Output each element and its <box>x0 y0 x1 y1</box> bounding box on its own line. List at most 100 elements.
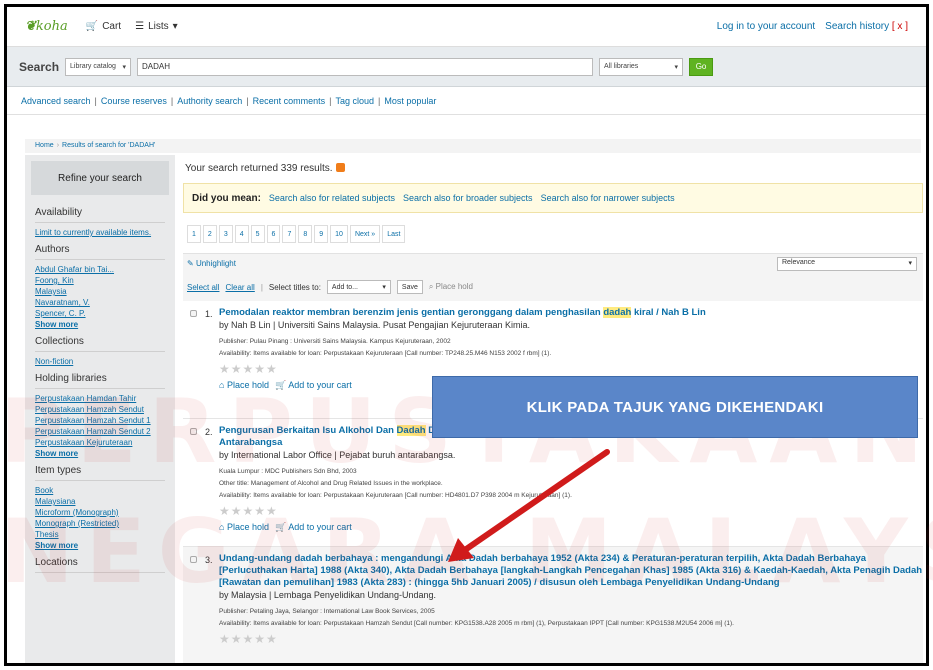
search-bar: Search Library catalog ▾ DADAH All librar… <box>7 47 926 87</box>
library-select[interactable]: All libraries ▾ <box>599 57 684 76</box>
facet-author[interactable]: Abdul Ghafar bin Tai... <box>35 264 165 275</box>
result-author: by Malaysia | Lembaga Penyelidikan Undan… <box>219 590 436 600</box>
page-link[interactable]: 6 <box>266 225 281 243</box>
browser-frame: ❦koha 🛒 Cart ☰ Lists ▾ Log in to your accou… <box>4 4 929 666</box>
result-author: by International Labor Office | Pejabat … <box>219 450 456 460</box>
result-number: 1. <box>205 309 213 319</box>
facet-itemtype[interactable]: Thesis <box>35 529 165 540</box>
result-checkbox[interactable] <box>190 428 197 435</box>
dym-label: Did you mean: <box>192 192 261 204</box>
breadcrumb: Home › Results of search for 'DADAH' <box>25 139 921 153</box>
page-link[interactable]: 8 <box>298 225 313 243</box>
facet-itemtype[interactable]: Book <box>35 485 165 496</box>
page-link[interactable]: 4 <box>234 225 249 243</box>
facet-author[interactable]: Foong, Kin <box>35 275 165 286</box>
facet-itemtype[interactable]: Monograph (Restricted) <box>35 518 165 529</box>
go-button[interactable]: Go <box>689 57 714 76</box>
facet-library[interactable]: Perpustakaan Hamdan Tahir <box>35 393 165 404</box>
add-to-select[interactable]: Add to... ▾ <box>326 280 391 294</box>
result-other-title: Other title: Management of Alcohol and D… <box>219 480 443 487</box>
result-checkbox[interactable] <box>190 310 197 317</box>
page-link[interactable]: 5 <box>250 225 265 243</box>
page-link[interactable]: 2 <box>202 225 217 243</box>
result-publisher: Publisher: Pulau Pinang : Universiti Sai… <box>219 338 451 345</box>
add-to-cart-link[interactable]: 🛒 Add to your cart <box>275 522 352 533</box>
place-hold-link[interactable]: ⌂ Place hold <box>219 380 269 391</box>
results-count: Your search returned 339 results. <box>183 155 923 183</box>
list-icon: ☰ <box>135 21 145 32</box>
select-all-link[interactable]: Select all <box>187 283 219 292</box>
result-item: 2. Pengurusan Berkaitan Isu Alkohol Dan … <box>183 419 923 547</box>
clear-history-button[interactable]: [ x ] <box>892 21 908 32</box>
koha-logo[interactable]: ❦koha <box>25 19 68 34</box>
sort-select[interactable]: Relevance ▾ <box>777 257 917 271</box>
authority-search-link[interactable]: Authority search <box>177 96 242 106</box>
facet-author[interactable]: Malaysia <box>35 286 165 297</box>
cart-button[interactable]: 🛒 Cart <box>86 21 121 32</box>
facet-collection[interactable]: Non-fiction <box>35 356 165 367</box>
breadcrumb-current[interactable]: Results of search for 'DADAH' <box>62 142 155 149</box>
search-history-link[interactable]: Search history [ x ] <box>825 21 908 32</box>
advanced-search-link[interactable]: Advanced search <box>21 96 91 106</box>
search-label: Search <box>19 59 60 74</box>
place-hold-link[interactable]: ⌂ Place hold <box>219 522 269 533</box>
save-button[interactable]: Save <box>396 280 423 294</box>
dym-related-link[interactable]: Search also for related subjects <box>269 193 395 203</box>
page-link[interactable]: 10 <box>330 225 348 243</box>
page-link[interactable]: 1 <box>187 225 201 243</box>
dym-broader-link[interactable]: Search also for broader subjects <box>403 193 533 203</box>
top-navbar: ❦koha 🛒 Cart ☰ Lists ▾ Log in to your accou… <box>7 7 926 47</box>
result-publisher: Kuala Lumpur : MDC Publishers Sdn Bhd, 2… <box>219 468 357 475</box>
rss-icon[interactable] <box>335 163 345 172</box>
facet-library[interactable]: Perpustakaan Hamzah Sendut 2 <box>35 426 165 437</box>
catalog-select[interactable]: Library catalog ▾ <box>65 57 132 76</box>
facet-itemtype[interactable]: Microform (Monograph) <box>35 507 165 518</box>
facet-library[interactable]: Perpustakaan Hamzah Sendut 1 <box>35 415 165 426</box>
authors-heading: Authors <box>35 238 165 260</box>
rating-stars[interactable]: ★★★★★ <box>219 632 923 646</box>
login-link[interactable]: Log in to your account <box>717 21 815 32</box>
result-availability: Availability: Items available for loan: … <box>219 350 552 357</box>
facet-author[interactable]: Spencer, C. P. <box>35 308 165 319</box>
last-page-link[interactable]: Last <box>382 225 406 243</box>
breadcrumb-home[interactable]: Home <box>35 142 54 149</box>
holding-show-more[interactable]: Show more <box>35 448 165 459</box>
result-publisher: Publisher: Petaling Jaya, Selangor : Int… <box>219 608 435 615</box>
rating-stars[interactable]: ★★★★★ <box>219 504 923 518</box>
place-hold-toolbar-button[interactable]: ⌕ Place hold <box>429 282 473 292</box>
instruction-callout: KLIK PADA TAJUK YANG DIKEHENDAKI <box>432 376 918 438</box>
chevron-down-icon: ▾ <box>674 63 679 71</box>
course-reserves-link[interactable]: Course reserves <box>101 96 167 106</box>
more-searches: Advanced search | Course reserves | Author… <box>7 87 926 115</box>
result-title-link[interactable]: Pemodalan reaktor membran berenzim jenis… <box>219 307 923 319</box>
pencil-icon: ✎ <box>187 259 196 268</box>
chevron-down-icon: ▾ <box>908 260 912 267</box>
tag-cloud-link[interactable]: Tag cloud <box>336 96 375 106</box>
recent-comments-link[interactable]: Recent comments <box>253 96 326 106</box>
dym-narrower-link[interactable]: Search also for narrower subjects <box>541 193 675 203</box>
page-link[interactable]: 3 <box>218 225 233 243</box>
unhighlight-link[interactable]: ✎ Unhighlight <box>187 259 236 268</box>
most-popular-link[interactable]: Most popular <box>384 96 436 106</box>
result-checkbox[interactable] <box>190 556 197 563</box>
page-link[interactable]: 9 <box>314 225 329 243</box>
clear-all-link[interactable]: Clear all <box>225 283 254 292</box>
facet-library[interactable]: Perpustakaan Kejuruteraan <box>35 437 165 448</box>
lists-button[interactable]: ☰ Lists ▾ <box>135 21 178 32</box>
limit-available-link[interactable]: Limit to currently available items. <box>35 227 165 238</box>
authors-show-more[interactable]: Show more <box>35 319 165 330</box>
facet-library[interactable]: Perpustakaan Hamzah Sendut <box>35 404 165 415</box>
page-link[interactable]: 7 <box>282 225 297 243</box>
rating-stars[interactable]: ★★★★★ <box>219 362 923 376</box>
search-input[interactable]: DADAH <box>137 57 594 76</box>
hold-icon: ⌕ <box>428 282 434 291</box>
chevron-down-icon: ▾ <box>122 63 127 71</box>
facet-author[interactable]: Navaratnam, V. <box>35 297 165 308</box>
result-title-link[interactable]: Undang-undang dadah berbahaya : mengandu… <box>219 553 923 589</box>
facet-itemtype[interactable]: Malaysiana <box>35 496 165 507</box>
itemtypes-show-more[interactable]: Show more <box>35 540 165 551</box>
result-availability: Availability: Items available for loan: … <box>219 492 572 499</box>
chevron-down-icon: ▾ <box>172 21 178 32</box>
next-page-link[interactable]: Next » <box>349 225 381 243</box>
add-to-cart-link[interactable]: 🛒 Add to your cart <box>275 380 352 391</box>
